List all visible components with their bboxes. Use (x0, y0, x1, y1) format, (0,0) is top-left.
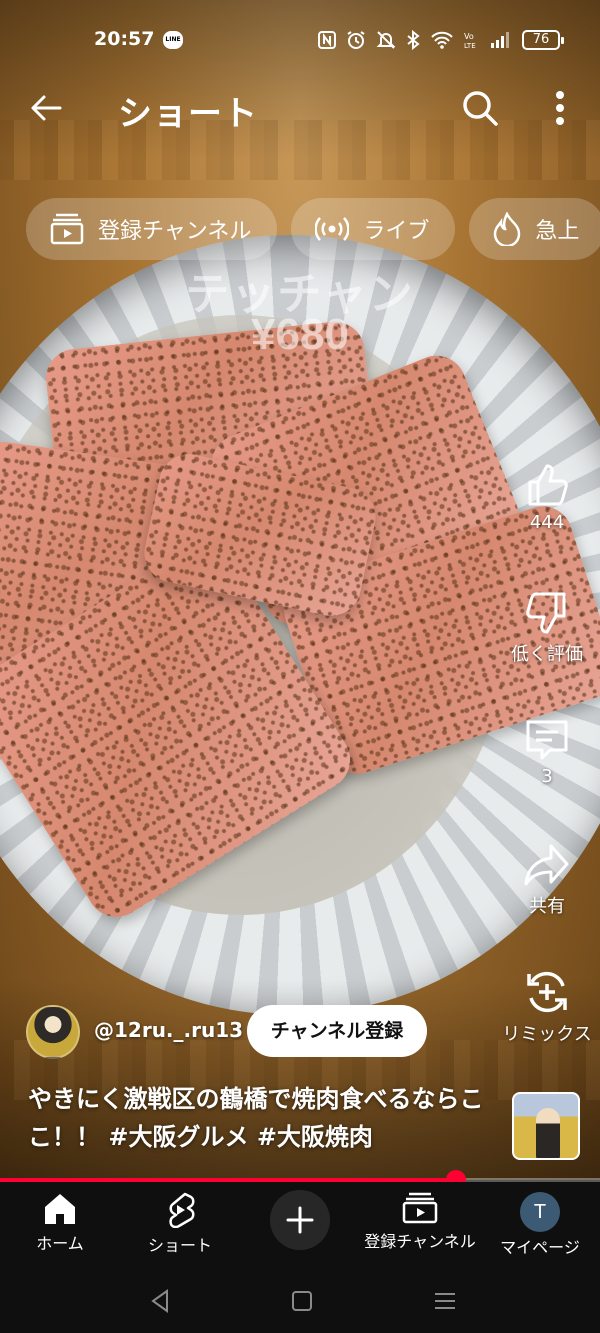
trending-icon (494, 212, 521, 246)
nav-profile[interactable]: T マイページ (480, 1192, 600, 1262)
remix-button[interactable]: リミックス (497, 968, 597, 1046)
subscribe-button[interactable]: チャンネル登録 (247, 1005, 427, 1057)
back-button[interactable] (26, 88, 66, 128)
nav-subscriptions[interactable]: 登録チャンネル (360, 1192, 480, 1252)
comment-count: 3 (541, 766, 553, 787)
nav-label: 登録チャンネル (364, 1232, 476, 1251)
alarm-icon (347, 31, 365, 49)
search-button[interactable] (458, 86, 502, 130)
dislike-label: 低く評価 (511, 644, 583, 665)
comment-icon (526, 720, 568, 760)
channel-handle[interactable]: @12ru._.ru13 (94, 1018, 243, 1042)
signal-icon (491, 32, 509, 48)
sound-thumbnail[interactable] (512, 1092, 580, 1160)
svg-text:Vo: Vo (464, 32, 474, 41)
chip-label: 登録チャンネル (98, 219, 252, 244)
subscriptions-icon (50, 213, 84, 245)
nfc-icon (318, 31, 336, 49)
like-count: 444 (529, 512, 565, 533)
system-back-icon[interactable] (145, 1286, 175, 1316)
line-app-icon: LINE (163, 31, 183, 49)
like-button[interactable]: 444 (497, 462, 597, 533)
bottom-navigation: ホーム ショート 登録チャンネル T マイページ (0, 1182, 600, 1270)
share-label: 共有 (529, 896, 565, 917)
plus-icon (286, 1206, 314, 1234)
page-title: ショート (118, 94, 258, 134)
status-time: 20:57 (94, 28, 155, 50)
nav-label: マイページ (500, 1238, 580, 1257)
video-description[interactable]: やきにく激戦区の鶴橋で焼肉食べるならここ！！ #大阪グルメ #大阪焼肉 (28, 1080, 498, 1156)
bluetooth-icon (407, 30, 420, 50)
search-icon (463, 91, 498, 126)
thumbs-down-icon (526, 592, 566, 634)
chip-trending[interactable]: 急上 (469, 198, 600, 260)
wifi-icon (431, 31, 453, 49)
profile-avatar: T (520, 1192, 560, 1232)
subscriptions-icon (402, 1192, 438, 1224)
create-button[interactable] (270, 1190, 330, 1250)
chip-subscriptions[interactable]: 登録チャンネル (26, 198, 278, 260)
system-menu-icon[interactable] (430, 1286, 460, 1316)
shorts-icon (169, 1192, 195, 1228)
svg-text:LTE: LTE (464, 42, 476, 50)
thumbs-up-icon (528, 464, 568, 506)
share-icon (524, 844, 569, 886)
nav-label: ホーム (36, 1234, 84, 1253)
mute-icon (376, 31, 396, 49)
status-bar: 20:57 LINE Vo LTE 76 (0, 22, 600, 60)
back-arrow-icon (31, 95, 62, 121)
more-options-button[interactable] (542, 86, 578, 130)
nav-label: ショート (147, 1236, 212, 1255)
system-navigation-bar (0, 1270, 600, 1333)
system-home-icon[interactable] (287, 1286, 317, 1316)
share-button[interactable]: 共有 (497, 842, 597, 918)
chip-label: ライブ (363, 219, 430, 244)
nav-shorts[interactable]: ショート (120, 1192, 240, 1256)
remix-label: リミックス (502, 1024, 592, 1045)
filter-chips: 登録チャンネル ライブ 急上 (26, 198, 600, 260)
remix-icon (527, 971, 567, 1013)
channel-avatar[interactable] (26, 1005, 80, 1059)
more-vert-icon (556, 91, 564, 125)
dislike-button[interactable]: 低く評価 (497, 590, 597, 666)
status-icons: Vo LTE 76 (318, 30, 564, 50)
comments-button[interactable]: 3 (497, 716, 597, 787)
chip-label: 急上 (535, 219, 580, 244)
chip-live[interactable]: ライブ (291, 198, 456, 260)
nav-home[interactable]: ホーム (0, 1192, 120, 1254)
volte-icon: VoLTE (464, 32, 476, 50)
app-bar: ショート (0, 80, 600, 136)
video-caption-price: ¥680 (251, 310, 349, 359)
battery-indicator: 76 (522, 30, 564, 50)
live-icon (315, 217, 350, 241)
home-icon (45, 1194, 75, 1224)
